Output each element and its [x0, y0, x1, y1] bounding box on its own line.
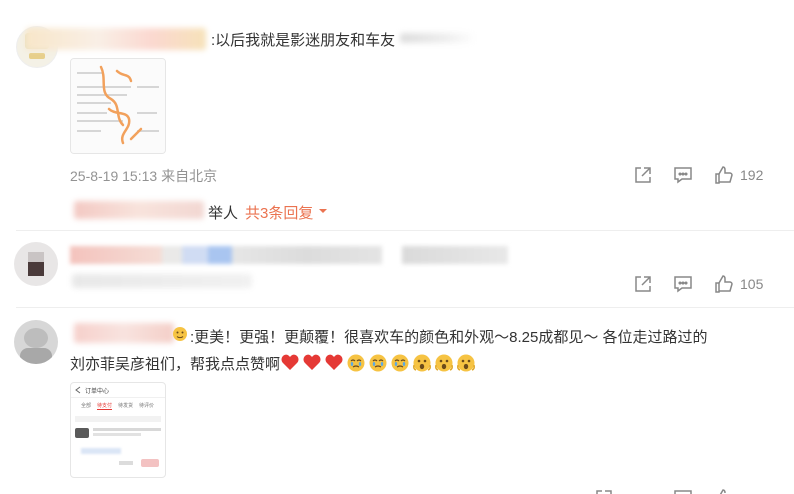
thumb-tab: 全部 — [81, 403, 92, 409]
comment-text-line1: :更美！更强！更颠覆！很喜欢车的颜色和外观～8.25成都见～ 各位走过路过的 — [190, 329, 708, 346]
share-icon — [633, 274, 653, 294]
thumb-tab: 待支付 — [97, 403, 113, 410]
avatar[interactable] — [14, 242, 58, 286]
share-icon — [633, 165, 653, 185]
comment-button[interactable] — [673, 165, 693, 185]
comment-icon — [673, 165, 693, 185]
cry-emoji-icon — [346, 353, 366, 373]
cry-emoji-icon — [368, 353, 388, 373]
username-blurred[interactable] — [26, 28, 206, 50]
thumbs-up-icon — [714, 165, 734, 185]
like-button[interactable]: 192 — [714, 165, 763, 185]
thumb-tab: 待发货 — [118, 403, 134, 409]
comment-text: :以后我就是影迷朋友和车友 — [211, 32, 396, 49]
reply-username-blurred[interactable] — [74, 201, 204, 219]
shock-emoji-icon — [456, 353, 476, 373]
like-button[interactable]: 105 — [714, 274, 763, 294]
share-icon[interactable] — [594, 488, 614, 494]
comment-timestamp: 25-8-19 15:13 来自北京 — [70, 168, 218, 184]
comment-icon[interactable] — [673, 488, 693, 494]
shock-emoji-icon — [434, 353, 454, 373]
back-arrow-icon — [75, 386, 81, 394]
chevron-down-icon — [317, 204, 329, 221]
like-count: 192 — [740, 167, 764, 183]
avatar[interactable] — [14, 320, 58, 364]
like-count: 105 — [740, 276, 764, 292]
view-replies-link[interactable]: 共3条回复 — [245, 202, 329, 223]
divider — [16, 307, 794, 308]
comment-button[interactable] — [673, 274, 693, 294]
heart-emoji-icon — [280, 353, 300, 373]
emoji-icon — [172, 326, 188, 347]
thumbs-up-icon — [714, 274, 734, 294]
reply-name-tail: 举人 — [208, 205, 239, 222]
emoji-row — [280, 353, 478, 373]
comment-image[interactable]: 订单中心 全部 待支付 待发货 待评价 — [70, 382, 166, 478]
comment-text-blurred — [70, 246, 510, 264]
comment-text-blur — [400, 33, 476, 43]
divider — [16, 230, 794, 231]
thumb-tab: 待评价 — [139, 403, 155, 409]
heart-emoji-icon — [324, 353, 344, 373]
comment-icon — [673, 274, 693, 294]
cry-emoji-icon — [390, 353, 410, 373]
comment-text-blurred-line2 — [72, 274, 252, 288]
share-button[interactable] — [633, 165, 653, 185]
heart-emoji-icon — [302, 353, 322, 373]
thumb-header: 订单中心 — [85, 388, 110, 395]
comment-image[interactable] — [70, 58, 166, 154]
comment-text-line2: 刘亦菲吴彦祖们，帮我点点赞啊 — [70, 353, 478, 374]
share-button[interactable] — [633, 274, 653, 294]
shock-emoji-icon — [412, 353, 432, 373]
thumbs-up-icon[interactable] — [714, 488, 734, 494]
username-blurred[interactable] — [74, 323, 174, 343]
